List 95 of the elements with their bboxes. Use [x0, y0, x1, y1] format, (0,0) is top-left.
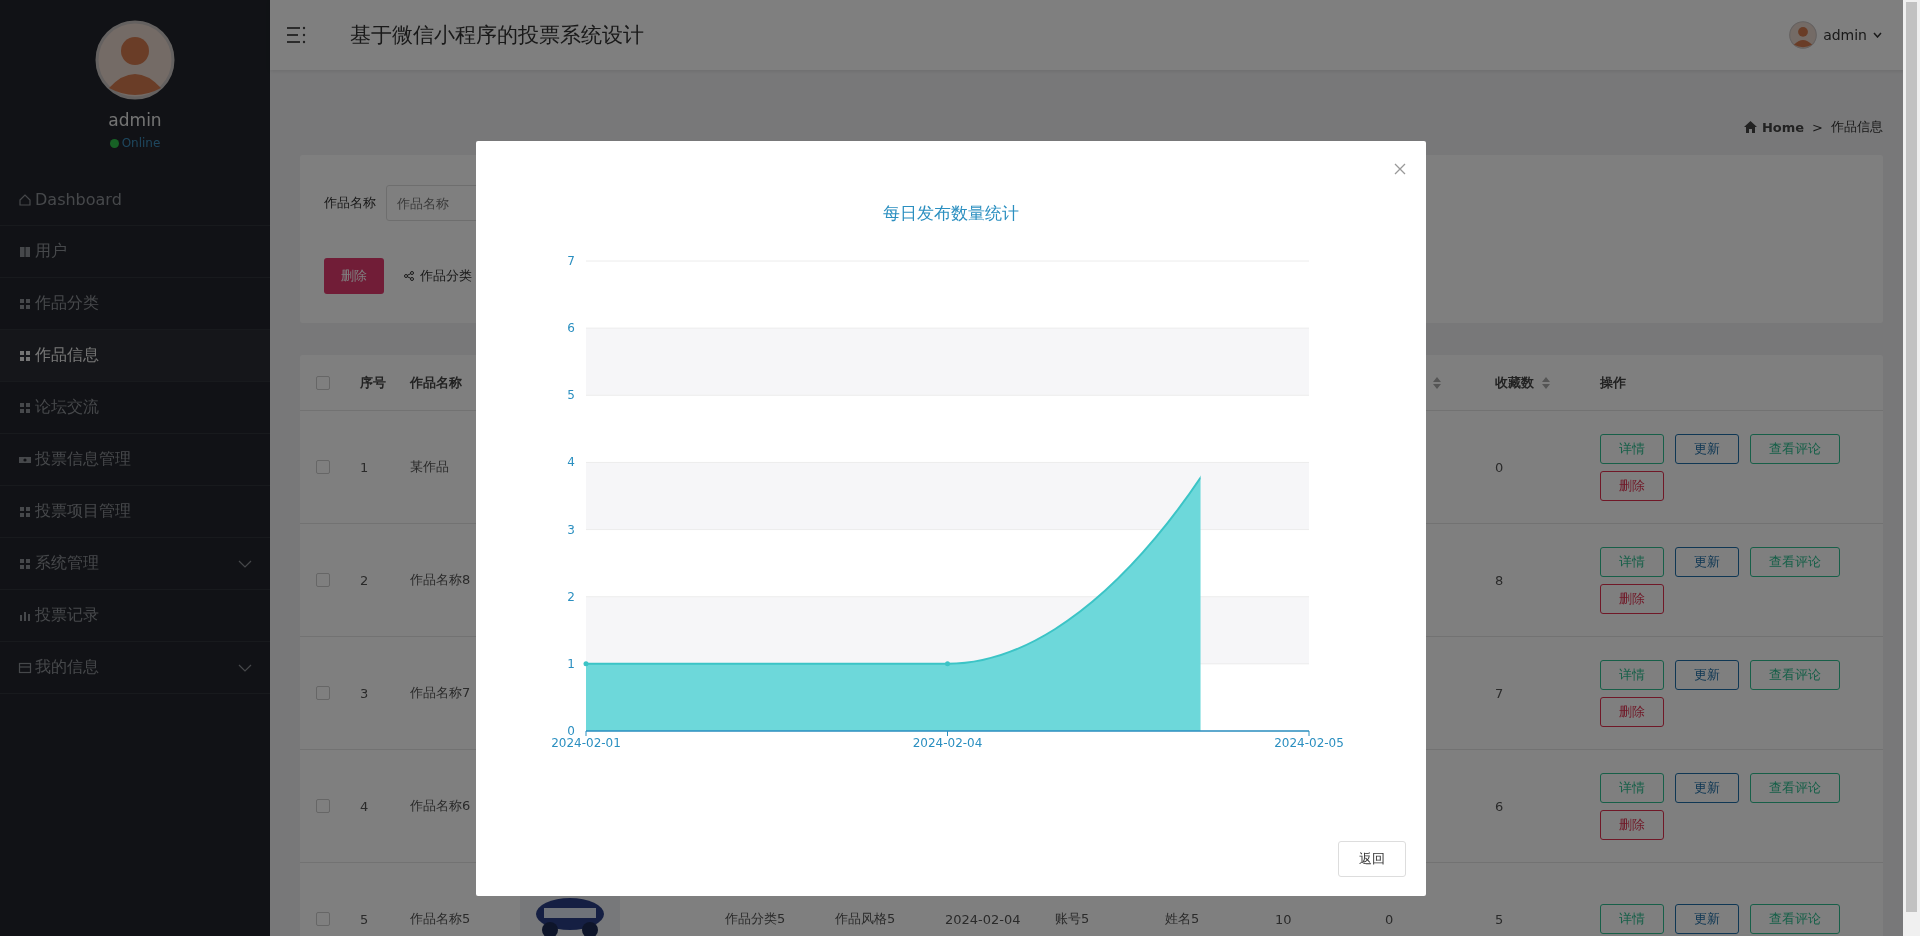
breadcrumb-link[interactable]: Home	[1761, 119, 1805, 135]
table-cell: 作品分类5	[725, 910, 786, 928]
action-button[interactable]: 查看评论	[1750, 904, 1840, 934]
breadcrumb-separator: >	[1812, 119, 1823, 135]
action-button[interactable]: 详情	[1600, 659, 1664, 690]
action-button[interactable]: 更新	[1675, 659, 1739, 690]
sort-icon[interactable]	[1542, 376, 1550, 389]
grid-icon	[18, 348, 32, 363]
statistics-button[interactable]: 作品分类	[398, 267, 478, 285]
user-name: admin	[108, 110, 162, 130]
user-menu[interactable]: admin	[1823, 27, 1867, 43]
action-button[interactable]: 详情	[1600, 546, 1664, 577]
home-icon	[1743, 121, 1757, 133]
data-point	[583, 661, 589, 667]
action-button[interactable]: 删除	[1600, 809, 1664, 840]
sort-icon[interactable]	[1433, 376, 1441, 389]
table-cell: 作品风格5	[835, 910, 896, 928]
table-cell: 作品名称5	[410, 910, 471, 928]
breadcrumb-current: 作品信息	[1831, 118, 1883, 136]
table-cell: 2	[360, 572, 369, 588]
checkbox[interactable]	[316, 460, 330, 474]
scrollbar[interactable]	[1903, 0, 1920, 936]
axis-label: 2024-02-05	[1274, 736, 1344, 750]
table-cell: 5	[1495, 911, 1504, 927]
grid-icon	[18, 504, 32, 519]
table-cell: 作品名称6	[410, 797, 471, 815]
caret-icon	[1873, 32, 1882, 38]
table-cell: 8	[1495, 572, 1504, 588]
action-button[interactable]: 查看评论	[1750, 433, 1840, 464]
column-header: 序号	[360, 373, 386, 392]
action-button[interactable]: 更新	[1675, 772, 1739, 803]
grid-icon	[18, 296, 32, 311]
table-cell: 6	[1495, 798, 1504, 814]
grid-icon	[18, 400, 32, 415]
app-title: 基于微信小程序的投票系统设计	[350, 22, 645, 49]
column-header: 作品名称	[410, 373, 462, 392]
menu-icon[interactable]	[286, 26, 306, 44]
home-icon	[18, 192, 32, 207]
status-text: Online	[121, 136, 161, 150]
checkbox[interactable]	[316, 375, 330, 390]
window-icon	[18, 660, 32, 675]
action-button[interactable]: 查看评论	[1750, 659, 1840, 690]
table-cell: 1	[360, 459, 369, 475]
table-cell: 4	[360, 798, 369, 814]
table-cell: 3	[360, 685, 369, 701]
back-button[interactable]: 返回	[1338, 841, 1406, 877]
axis-label: 6	[567, 321, 575, 336]
action-button[interactable]: 删除	[1600, 583, 1664, 614]
close-icon[interactable]	[1392, 161, 1408, 177]
delete-button[interactable]: 删除	[324, 258, 384, 294]
table-cell: 10	[1275, 911, 1292, 927]
action-button[interactable]: 详情	[1600, 433, 1664, 464]
action-button[interactable]: 详情	[1600, 904, 1664, 934]
action-button[interactable]: 删除	[1600, 696, 1664, 727]
action-button[interactable]: 查看评论	[1750, 772, 1840, 803]
column-header: 操作	[1600, 373, 1626, 392]
action-button[interactable]: 删除	[1600, 470, 1664, 501]
checkbox[interactable]	[316, 686, 330, 700]
status-dot	[109, 138, 119, 148]
table-cell: 账号5	[1055, 910, 1090, 928]
axis-label: 2024-02-04	[912, 736, 983, 750]
avatar	[1789, 21, 1818, 49]
axis-label: 7	[567, 254, 575, 268]
action-button[interactable]: 更新	[1675, 433, 1739, 464]
table-cell: 某作品	[410, 458, 449, 476]
axis-label: 1	[567, 656, 575, 671]
table-cell: 姓名5	[1165, 910, 1200, 928]
axis-label: 4	[567, 455, 575, 470]
share-icon	[404, 271, 414, 281]
action-button[interactable]: 详情	[1600, 772, 1664, 803]
data-point	[945, 661, 950, 667]
checkbox[interactable]	[316, 573, 330, 587]
axis-label: 2024-02-01	[551, 736, 621, 750]
table-cell: 作品名称8	[410, 571, 471, 589]
axis-label: 5	[567, 388, 575, 403]
table-cell: 0	[1495, 459, 1504, 475]
action-button[interactable]: 更新	[1675, 546, 1739, 577]
field-label: 作品名称	[324, 194, 376, 212]
action-button[interactable]: 更新	[1675, 904, 1739, 934]
axis-label: 3	[567, 522, 575, 537]
sidebar-item[interactable]: 作品信息	[0, 330, 270, 382]
table-cell: 作品名称7	[410, 684, 471, 702]
table-cell: 0	[1385, 911, 1394, 927]
table-cell: 2024-02-04	[945, 911, 1021, 927]
table-cell: 5	[360, 911, 369, 927]
axis-label: 2	[567, 589, 575, 604]
book-icon	[18, 244, 32, 259]
column-header: 收藏数	[1495, 373, 1534, 392]
action-button[interactable]: 查看评论	[1750, 546, 1840, 577]
chart-title: 每日发布数量统计	[883, 202, 1019, 225]
checkbox[interactable]	[316, 912, 330, 926]
table-cell: 7	[1495, 685, 1504, 701]
grid-icon	[18, 556, 32, 571]
axis-label: 0	[567, 724, 575, 738]
checkbox[interactable]	[316, 799, 330, 813]
